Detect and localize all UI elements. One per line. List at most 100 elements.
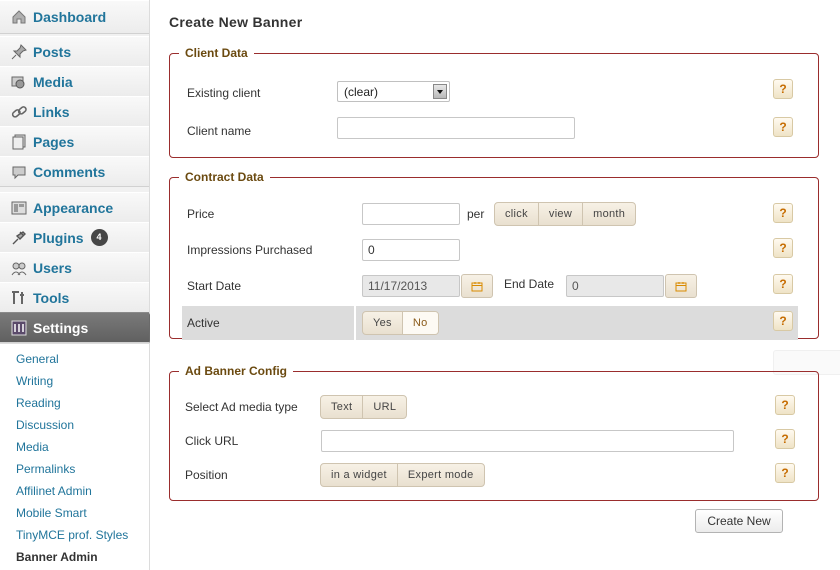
users-icon (10, 260, 27, 276)
help-button[interactable]: ? (773, 274, 793, 294)
click-url-input[interactable] (321, 430, 734, 452)
submenu-item-permalinks[interactable]: Permalinks (0, 458, 149, 480)
submenu-item-mobile-smart[interactable]: Mobile Smart (0, 502, 149, 524)
submenu-item-reading[interactable]: Reading (0, 392, 149, 414)
menu-item-appearance[interactable]: Appearance (0, 192, 149, 222)
submenu-item-affilinet-admin[interactable]: Affilinet Admin (0, 480, 149, 502)
plugin-update-count-badge: 4 (90, 229, 108, 246)
media-type-row: Select Ad media type Text URL ? (180, 392, 808, 422)
help-button[interactable]: ? (775, 395, 795, 415)
help-button[interactable]: ? (773, 203, 793, 223)
select-value: (clear) (344, 85, 379, 99)
impressions-input[interactable]: 0 (362, 239, 460, 261)
ad-banner-config-fieldset: Ad Banner Config Select Ad media type Te… (169, 364, 819, 501)
menu-label: Plugins (33, 229, 84, 246)
help-button[interactable]: ? (773, 238, 793, 258)
main-content: Create New Banner Client Data Existing c… (150, 0, 840, 570)
active-no-option[interactable]: No (402, 312, 438, 334)
start-date-calendar-button[interactable] (461, 274, 493, 298)
client-name-input[interactable] (337, 117, 575, 139)
submenu-item-banner-admin[interactable]: Banner Admin (0, 546, 149, 568)
client-name-label: Client name (187, 124, 252, 138)
menu-item-tools[interactable]: Tools (0, 282, 149, 312)
dropdown-arrow-icon (433, 84, 447, 99)
impressions-label: Impressions Purchased (187, 243, 313, 257)
menu-item-settings[interactable]: Settings (0, 312, 158, 343)
client-name-row: Client name ? (182, 116, 808, 146)
position-row: Position in a widget Expert mode ? (180, 460, 808, 490)
help-button[interactable]: ? (773, 117, 793, 137)
appearance-icon (10, 200, 27, 216)
help-button[interactable]: ? (773, 79, 793, 99)
price-input[interactable] (362, 203, 460, 225)
plugin-icon (10, 230, 27, 246)
media-type-toggle: Text URL (320, 395, 408, 419)
link-icon (10, 104, 27, 120)
admin-sidebar: Dashboard Posts Media Links Pages Commen… (0, 0, 158, 570)
menu-label: Links (33, 103, 70, 120)
existing-client-row: Existing client (clear) ? (182, 78, 808, 108)
active-label: Active (187, 316, 220, 330)
submenu-item-discussion[interactable]: Discussion (0, 414, 149, 436)
end-date-calendar-button[interactable] (665, 274, 697, 298)
start-date-input[interactable]: 11/17/2013 (362, 275, 460, 297)
media-type-label: Select Ad media type (185, 400, 298, 414)
pin-icon (10, 43, 27, 60)
submenu-item-media[interactable]: Media (0, 436, 149, 458)
calendar-icon (675, 281, 687, 291)
menu-item-links[interactable]: Links (0, 96, 149, 126)
menu-item-dashboard[interactable]: Dashboard (0, 0, 149, 33)
help-button[interactable]: ? (775, 463, 795, 483)
per-click-option[interactable]: click (495, 203, 539, 225)
active-yes-option[interactable]: Yes (363, 312, 403, 334)
menu-item-users[interactable]: Users (0, 252, 149, 282)
per-label: per (467, 207, 485, 221)
menu-item-pages[interactable]: Pages (0, 126, 149, 156)
settings-icon (10, 320, 27, 336)
menu-label: Dashboard (33, 9, 107, 25)
per-view-option[interactable]: view (539, 203, 584, 225)
position-widget-option[interactable]: in a widget (321, 464, 398, 486)
menu-item-plugins[interactable]: Plugins 4 (0, 222, 149, 252)
row-divider (354, 306, 356, 340)
position-label: Position (185, 468, 228, 482)
click-url-row: Click URL ? (180, 426, 808, 456)
menu-item-media[interactable]: Media (0, 66, 149, 96)
click-url-label: Click URL (185, 434, 239, 448)
menu-item-comments[interactable]: Comments (0, 156, 149, 186)
dates-row: Start Date 11/17/2013 End Date 0 ? (182, 271, 808, 301)
settings-submenu: General Writing Reading Discussion Media… (0, 343, 149, 570)
help-button[interactable]: ? (775, 429, 795, 449)
tools-icon (10, 290, 27, 306)
page-title: Create New Banner (169, 14, 303, 30)
create-new-button[interactable]: Create New (695, 509, 783, 533)
contract-data-fieldset: Contract Data Price per click view month… (169, 170, 819, 340)
menu-label: Posts (33, 43, 72, 60)
menu-group-admin: Appearance Plugins 4 Users Tools Setting… (0, 192, 158, 343)
submenu-item-writing[interactable]: Writing (0, 370, 149, 392)
submenu-item-tinymce-styles[interactable]: TinyMCE prof. Styles (0, 524, 149, 546)
price-label: Price (187, 207, 215, 221)
impressions-row: Impressions Purchased 0 ? (182, 235, 808, 265)
end-date-input[interactable]: 0 (566, 275, 664, 297)
media-url-option[interactable]: URL (363, 396, 406, 418)
price-row: Price per click view month ? (182, 199, 808, 229)
help-button[interactable]: ? (773, 311, 793, 331)
pages-icon (10, 134, 27, 150)
position-expert-option[interactable]: Expert mode (398, 464, 484, 486)
existing-client-select[interactable]: (clear) (337, 81, 450, 102)
per-month-option[interactable]: month (583, 203, 635, 225)
media-text-option[interactable]: Text (321, 396, 364, 418)
menu-group-dashboard: Dashboard (0, 0, 149, 34)
start-date-label: Start Date (187, 279, 242, 293)
menu-label: Media (33, 73, 73, 90)
media-icon (10, 74, 27, 90)
position-toggle: in a widget Expert mode (320, 463, 485, 487)
price-unit-toggle: click view month (494, 202, 637, 226)
comments-icon (10, 164, 27, 180)
menu-item-posts[interactable]: Posts (0, 36, 149, 66)
menu-label: Tools (33, 289, 70, 306)
end-date-label: End Date (504, 277, 555, 291)
fieldset-legend: Ad Banner Config (179, 364, 293, 378)
submenu-item-general[interactable]: General (0, 348, 149, 370)
